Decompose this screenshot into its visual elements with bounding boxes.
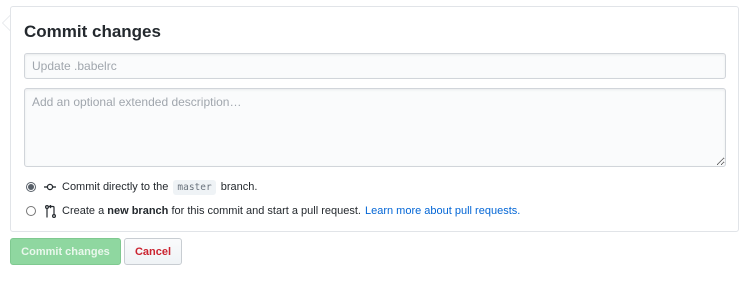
commit-panel: Commit changes Commit directly to the ma… <box>2 6 739 232</box>
new-branch-radio[interactable] <box>26 206 36 216</box>
commit-changes-button[interactable]: Commit changes <box>10 238 121 265</box>
new-branch-bold-text: new branch <box>107 205 169 217</box>
commit-title: Commit changes <box>24 22 161 41</box>
commit-direct-text: Commit directly to the <box>62 181 169 193</box>
git-commit-icon <box>44 180 56 194</box>
cancel-button[interactable]: Cancel <box>124 238 182 265</box>
commit-description-textarea[interactable] <box>24 88 726 167</box>
new-branch-option[interactable]: Create a new branch for this commit and … <box>26 203 520 219</box>
commit-direct-option[interactable]: Commit directly to the master branch. <box>26 179 257 195</box>
commit-direct-text-after: branch. <box>220 181 258 193</box>
learn-more-pull-requests-link[interactable]: Learn more about pull requests. <box>365 205 520 217</box>
branch-name: master <box>173 179 216 195</box>
new-branch-text-before: Create a <box>62 205 105 217</box>
commit-direct-radio[interactable] <box>26 182 36 192</box>
commit-summary-input[interactable] <box>24 53 726 79</box>
new-branch-text-after: for this commit and start a pull request… <box>171 205 361 217</box>
git-pull-request-icon <box>44 204 56 218</box>
panel-caret <box>2 15 10 31</box>
